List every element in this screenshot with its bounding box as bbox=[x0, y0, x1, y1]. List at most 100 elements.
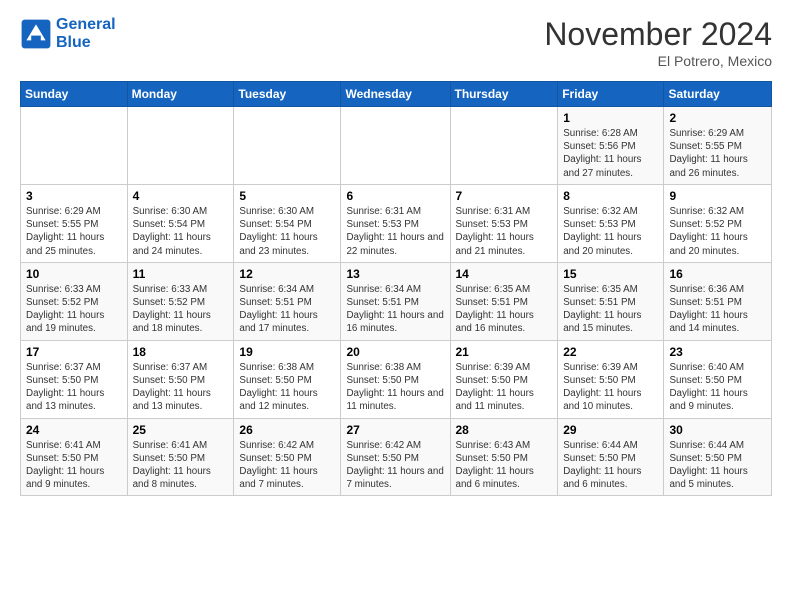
calendar-cell: 7 Sunrise: 6:31 AM Sunset: 5:53 PM Daylig… bbox=[450, 184, 558, 262]
calendar-cell: 11 Sunrise: 6:33 AM Sunset: 5:52 PM Dayli… bbox=[127, 262, 234, 340]
calendar-cell: 3 Sunrise: 6:29 AM Sunset: 5:55 PM Daylig… bbox=[21, 184, 128, 262]
logo-icon bbox=[20, 18, 52, 50]
header-row: SundayMondayTuesdayWednesdayThursdayFrid… bbox=[21, 82, 772, 107]
logo-line2: Blue bbox=[56, 34, 116, 52]
calendar-cell: 27 Sunrise: 6:42 AM Sunset: 5:50 PM Dayli… bbox=[341, 418, 450, 496]
day-info: Sunrise: 6:44 AM Sunset: 5:50 PM Dayligh… bbox=[669, 439, 766, 492]
day-info: Sunrise: 6:44 AM Sunset: 5:50 PM Dayligh… bbox=[563, 439, 658, 492]
day-number: 11 bbox=[133, 267, 229, 281]
calendar-cell: 18 Sunrise: 6:37 AM Sunset: 5:50 PM Dayli… bbox=[127, 340, 234, 418]
calendar-cell: 4Sunrise: 6:30 AM Sunset: 5:54 PM Daylig… bbox=[127, 184, 234, 262]
day-number: 18 bbox=[133, 345, 229, 359]
day-number: 9 bbox=[669, 189, 766, 203]
day-of-week-header: Monday bbox=[127, 82, 234, 107]
day-info: Sunrise: 6:38 AM Sunset: 5:50 PM Dayligh… bbox=[346, 361, 444, 414]
day-info: Sunrise: 6:29 AM Sunset: 5:55 PM Dayligh… bbox=[669, 127, 766, 180]
day-of-week-header: Thursday bbox=[450, 82, 558, 107]
day-number: 25 bbox=[133, 423, 229, 437]
day-number: 3 bbox=[26, 189, 122, 203]
calendar-cell: 10Sunrise: 6:33 AM Sunset: 5:52 PM Dayli… bbox=[21, 262, 128, 340]
day-info: Sunrise: 6:42 AM Sunset: 5:50 PM Dayligh… bbox=[346, 439, 444, 492]
calendar-week-row: 24 Sunrise: 6:41 AM Sunset: 5:50 PM Dayli… bbox=[21, 418, 772, 496]
day-info: Sunrise: 6:36 AM Sunset: 5:51 PM Dayligh… bbox=[669, 283, 766, 336]
header: General Blue November 2024 El Potrero, M… bbox=[20, 16, 772, 69]
calendar-cell: 9 Sunrise: 6:32 AM Sunset: 5:52 PM Daylig… bbox=[664, 184, 772, 262]
day-info: Sunrise: 6:37 AM Sunset: 5:50 PM Dayligh… bbox=[26, 361, 122, 414]
day-info: Sunrise: 6:37 AM Sunset: 5:50 PM Dayligh… bbox=[133, 361, 229, 414]
calendar-cell: 2 Sunrise: 6:29 AM Sunset: 5:55 PM Daylig… bbox=[664, 107, 772, 185]
calendar-cell bbox=[21, 107, 128, 185]
calendar-week-row: 3 Sunrise: 6:29 AM Sunset: 5:55 PM Daylig… bbox=[21, 184, 772, 262]
calendar-table: SundayMondayTuesdayWednesdayThursdayFrid… bbox=[20, 81, 772, 496]
day-info: Sunrise: 6:29 AM Sunset: 5:55 PM Dayligh… bbox=[26, 205, 122, 258]
day-info: Sunrise: 6:33 AM Sunset: 5:52 PM Dayligh… bbox=[133, 283, 229, 336]
calendar-body: 1Sunrise: 6:28 AM Sunset: 5:56 PM Daylig… bbox=[21, 107, 772, 496]
day-number: 24 bbox=[26, 423, 122, 437]
calendar-cell: 28Sunrise: 6:43 AM Sunset: 5:50 PM Dayli… bbox=[450, 418, 558, 496]
day-of-week-header: Saturday bbox=[664, 82, 772, 107]
logo-line1: General bbox=[56, 16, 116, 34]
day-info: Sunrise: 6:38 AM Sunset: 5:50 PM Dayligh… bbox=[239, 361, 335, 414]
day-number: 29 bbox=[563, 423, 658, 437]
calendar-cell: 30 Sunrise: 6:44 AM Sunset: 5:50 PM Dayli… bbox=[664, 418, 772, 496]
day-number: 10 bbox=[26, 267, 122, 281]
day-info: Sunrise: 6:34 AM Sunset: 5:51 PM Dayligh… bbox=[346, 283, 444, 336]
day-number: 6 bbox=[346, 189, 444, 203]
day-info: Sunrise: 6:35 AM Sunset: 5:51 PM Dayligh… bbox=[456, 283, 553, 336]
day-info: Sunrise: 6:32 AM Sunset: 5:53 PM Dayligh… bbox=[563, 205, 658, 258]
location: El Potrero, Mexico bbox=[544, 53, 772, 69]
day-number: 26 bbox=[239, 423, 335, 437]
day-number: 12 bbox=[239, 267, 335, 281]
day-of-week-header: Tuesday bbox=[234, 82, 341, 107]
day-number: 7 bbox=[456, 189, 553, 203]
day-info: Sunrise: 6:41 AM Sunset: 5:50 PM Dayligh… bbox=[133, 439, 229, 492]
calendar-cell: 24Sunrise: 6:41 AM Sunset: 5:50 PM Dayli… bbox=[21, 418, 128, 496]
day-number: 30 bbox=[669, 423, 766, 437]
calendar-cell: 5Sunrise: 6:30 AM Sunset: 5:54 PM Daylig… bbox=[234, 184, 341, 262]
logo-text: General Blue bbox=[56, 16, 116, 52]
calendar-cell bbox=[341, 107, 450, 185]
calendar-cell: 20 Sunrise: 6:38 AM Sunset: 5:50 PM Dayli… bbox=[341, 340, 450, 418]
calendar-cell: 1Sunrise: 6:28 AM Sunset: 5:56 PM Daylig… bbox=[558, 107, 664, 185]
day-info: Sunrise: 6:42 AM Sunset: 5:50 PM Dayligh… bbox=[239, 439, 335, 492]
day-of-week-header: Friday bbox=[558, 82, 664, 107]
day-info: Sunrise: 6:40 AM Sunset: 5:50 PM Dayligh… bbox=[669, 361, 766, 414]
day-number: 23 bbox=[669, 345, 766, 359]
calendar-week-row: 10 Sunrise: 6:33 AM Sunset: 5:52 PM Dayli… bbox=[21, 262, 772, 340]
calendar-cell: 23 Sunrise: 6:40 AM Sunset: 5:50 PM Dayli… bbox=[664, 340, 772, 418]
calendar-cell: 25 Sunrise: 6:41 AM Sunset: 5:50 PM Dayli… bbox=[127, 418, 234, 496]
calendar-week-row: 1Sunrise: 6:28 AM Sunset: 5:56 PM Daylig… bbox=[21, 107, 772, 185]
month-title: November 2024 bbox=[544, 16, 772, 53]
calendar-cell: 29 Sunrise: 6:44 AM Sunset: 5:50 PM Dayli… bbox=[558, 418, 664, 496]
day-info: Sunrise: 6:34 AM Sunset: 5:51 PM Dayligh… bbox=[239, 283, 335, 336]
day-info: Sunrise: 6:32 AM Sunset: 5:52 PM Dayligh… bbox=[669, 205, 766, 258]
day-of-week-header: Sunday bbox=[21, 82, 128, 107]
calendar-cell: 12 Sunrise: 6:34 AM Sunset: 5:51 PM Dayli… bbox=[234, 262, 341, 340]
day-info: Sunrise: 6:31 AM Sunset: 5:53 PM Dayligh… bbox=[346, 205, 444, 258]
calendar-cell: 13 Sunrise: 6:34 AM Sunset: 5:51 PM Dayli… bbox=[341, 262, 450, 340]
page: General Blue November 2024 El Potrero, M… bbox=[0, 0, 792, 612]
day-number: 13 bbox=[346, 267, 444, 281]
calendar-week-row: 17Sunrise: 6:37 AM Sunset: 5:50 PM Dayli… bbox=[21, 340, 772, 418]
day-of-week-header: Wednesday bbox=[341, 82, 450, 107]
day-info: Sunrise: 6:30 AM Sunset: 5:54 PM Dayligh… bbox=[239, 205, 335, 258]
logo: General Blue bbox=[20, 16, 116, 52]
day-number: 20 bbox=[346, 345, 444, 359]
calendar-cell: 15Sunrise: 6:35 AM Sunset: 5:51 PM Dayli… bbox=[558, 262, 664, 340]
calendar-cell: 8 Sunrise: 6:32 AM Sunset: 5:53 PM Daylig… bbox=[558, 184, 664, 262]
calendar-cell bbox=[127, 107, 234, 185]
day-number: 21 bbox=[456, 345, 553, 359]
calendar-cell: 16Sunrise: 6:36 AM Sunset: 5:51 PM Dayli… bbox=[664, 262, 772, 340]
calendar-cell: 19Sunrise: 6:38 AM Sunset: 5:50 PM Dayli… bbox=[234, 340, 341, 418]
day-number: 8 bbox=[563, 189, 658, 203]
day-number: 27 bbox=[346, 423, 444, 437]
calendar-cell: 26 Sunrise: 6:42 AM Sunset: 5:50 PM Dayli… bbox=[234, 418, 341, 496]
calendar-cell bbox=[450, 107, 558, 185]
day-number: 15 bbox=[563, 267, 658, 281]
day-number: 2 bbox=[669, 111, 766, 125]
day-info: Sunrise: 6:39 AM Sunset: 5:50 PM Dayligh… bbox=[456, 361, 553, 414]
calendar-header: SundayMondayTuesdayWednesdayThursdayFrid… bbox=[21, 82, 772, 107]
day-info: Sunrise: 6:28 AM Sunset: 5:56 PM Dayligh… bbox=[563, 127, 658, 180]
day-info: Sunrise: 6:31 AM Sunset: 5:53 PM Dayligh… bbox=[456, 205, 553, 258]
day-info: Sunrise: 6:43 AM Sunset: 5:50 PM Dayligh… bbox=[456, 439, 553, 492]
